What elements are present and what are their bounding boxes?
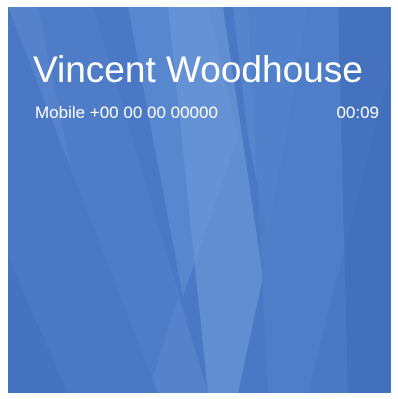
caller-number: Mobile +00 00 00 00000 [35, 103, 218, 122]
call-timer: 00:09 [336, 103, 379, 122]
incoming-call-screen: Vincent Woodhouse Mobile +00 00 00 00000… [8, 7, 391, 393]
caller-name: Vincent Woodhouse [33, 49, 363, 90]
